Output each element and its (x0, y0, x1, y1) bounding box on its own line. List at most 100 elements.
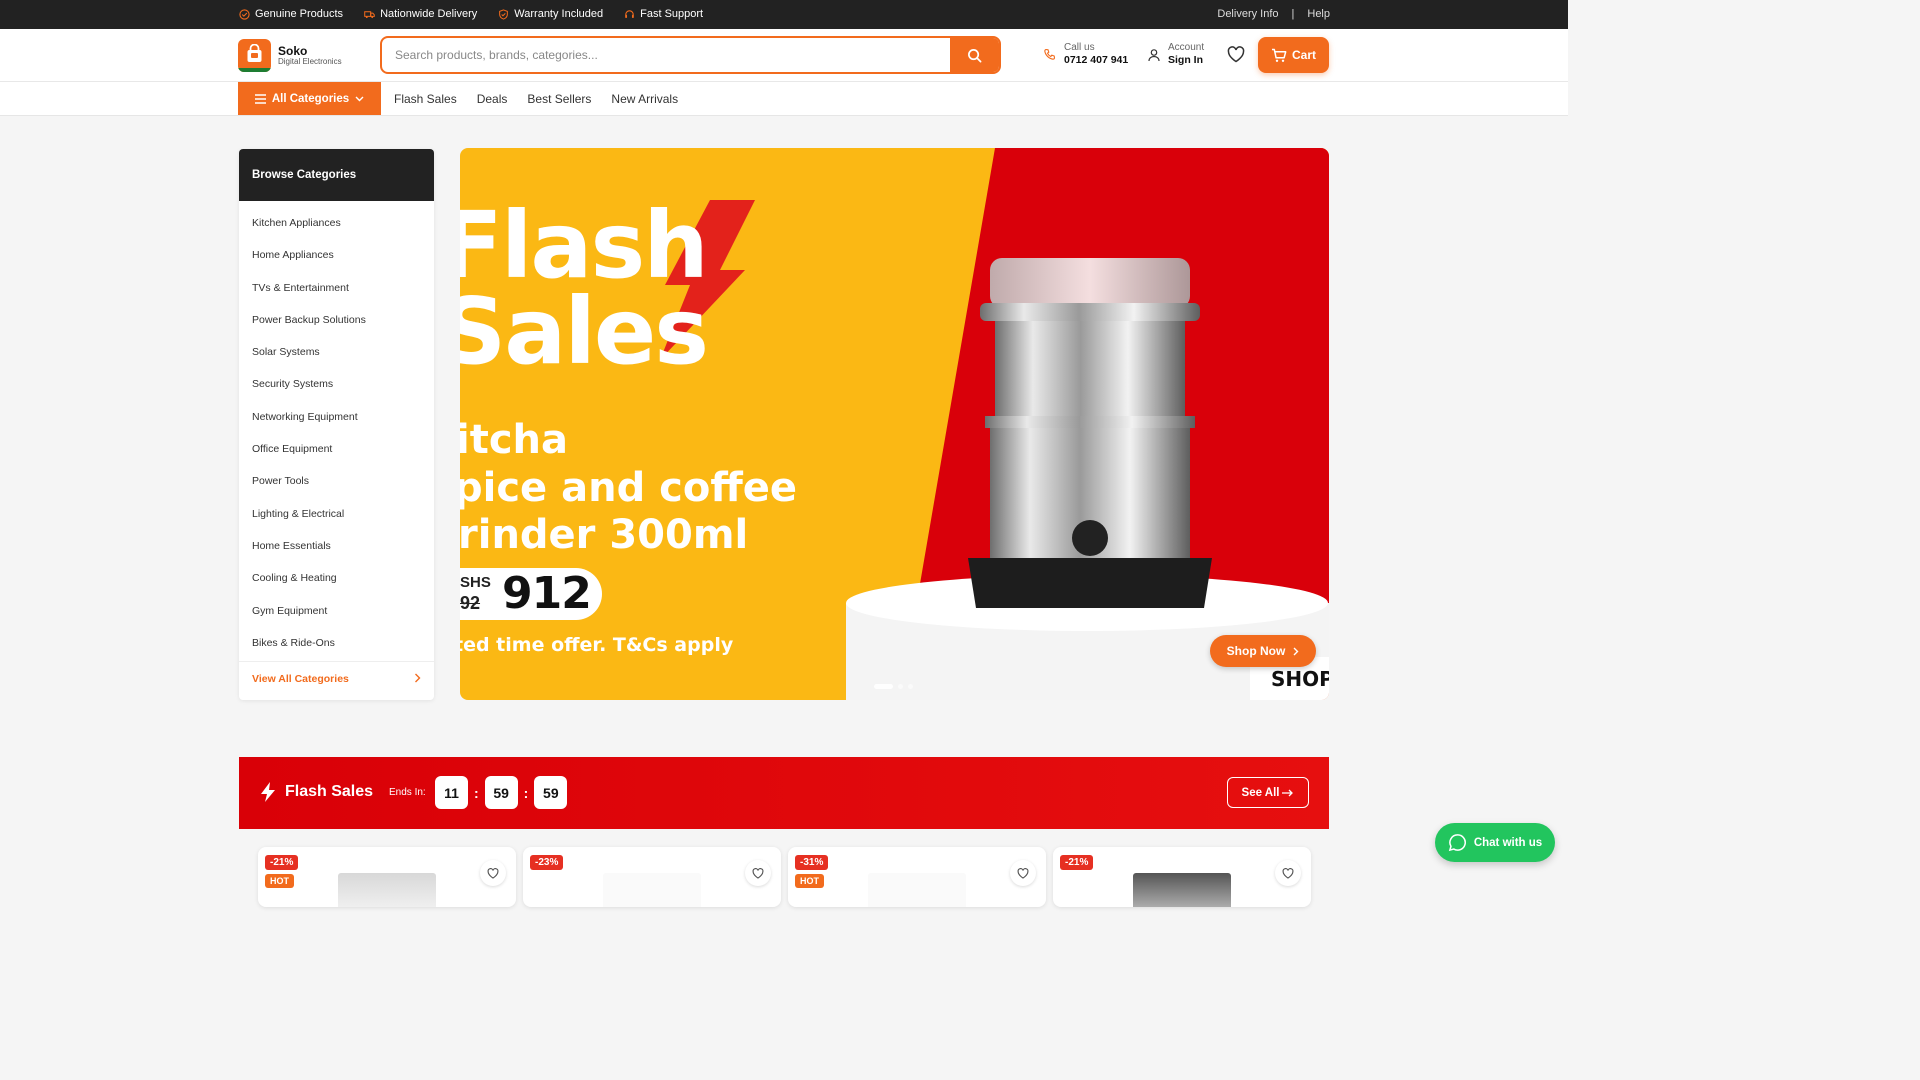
divider: | (1291, 8, 1295, 20)
menu-icon (254, 93, 266, 104)
hero-banner[interactable]: Flash Sales itcha pice and coffee rinder… (460, 148, 1329, 700)
chat-label: Chat with us (1473, 836, 1543, 849)
hero-product-line-3: rinder 300ml (460, 512, 749, 558)
top-info-bar: Genuine Products Nationwide Delivery War… (0, 0, 1568, 29)
account-menu[interactable]: Account Sign In (1147, 42, 1204, 67)
chevron-right-icon (415, 673, 421, 683)
arrow-right-icon (1282, 789, 1294, 796)
search-input[interactable] (382, 38, 952, 72)
carousel-dot[interactable] (908, 684, 913, 689)
phone-icon (1044, 48, 1056, 60)
category-item[interactable]: TVs & Entertainment (239, 278, 434, 310)
view-all-label: View All Categories (252, 673, 349, 685)
discount-badge: -21% (265, 855, 299, 870)
category-item[interactable]: Kitchen Appliances (239, 213, 434, 245)
call-us[interactable]: Call us 0712 407 941 (1043, 42, 1128, 67)
category-nav: All Categories Flash Sales Deals Best Se… (0, 82, 1568, 116)
perk-label: Genuine Products (255, 8, 344, 20)
sign-in-link[interactable]: Sign In (1168, 54, 1204, 67)
timer-minutes: 59 (484, 776, 518, 809)
perk-label: Nationwide Delivery (380, 8, 478, 20)
delivery-info-link[interactable]: Delivery Info (1217, 8, 1278, 20)
category-item[interactable]: Home Appliances (239, 245, 434, 277)
carousel-dot[interactable] (898, 684, 903, 689)
view-all-categories-link[interactable]: View All Categories (239, 661, 434, 700)
category-item[interactable]: Home Essentials (239, 536, 434, 568)
chat-button[interactable]: Chat with us (1435, 823, 1555, 862)
chat-bubble-icon (1448, 834, 1466, 852)
shop-now-button[interactable]: Shop Now (1210, 635, 1316, 667)
product-image (1133, 873, 1231, 907)
help-link[interactable]: Help (1307, 8, 1330, 20)
wishlist-button[interactable] (1227, 46, 1245, 68)
perk-warranty: Warranty Included (498, 8, 603, 20)
product-card[interactable]: -21% HOT (258, 847, 516, 907)
product-image (868, 873, 966, 907)
heart-icon (1282, 867, 1294, 879)
carousel-dots (874, 684, 913, 689)
perk-label: Fast Support (640, 8, 704, 20)
heart-icon (752, 867, 764, 879)
product-image (603, 873, 701, 907)
wishlist-toggle[interactable] (1275, 860, 1301, 886)
timer-seconds: 59 (534, 776, 568, 809)
category-item[interactable]: Lighting & Electrical (239, 504, 434, 536)
carousel-dot-active[interactable] (874, 684, 893, 689)
timer-hours: 11 (435, 776, 468, 809)
perk-support: Fast Support (624, 8, 703, 20)
category-item[interactable]: Cooling & Heating (239, 568, 434, 600)
shopping-bag-logo-icon (238, 39, 271, 72)
product-card[interactable]: -21% (1053, 847, 1311, 907)
discount-badge: -23% (530, 855, 564, 870)
cart-icon (1271, 48, 1287, 62)
perk-delivery: Nationwide Delivery (364, 8, 477, 20)
product-image (338, 873, 436, 907)
all-categories-button[interactable]: All Categories (238, 82, 381, 115)
logo[interactable]: Soko Digital Electronics (238, 39, 342, 72)
see-all-label: See All (1241, 786, 1280, 799)
chevron-right-icon (1293, 647, 1299, 655)
category-item[interactable]: Gym Equipment (239, 601, 434, 633)
wishlist-toggle[interactable] (745, 860, 771, 886)
flash-sales-title: Flash Sales (259, 781, 373, 803)
discount-badge: -31% (795, 855, 829, 870)
search-bar (380, 36, 1001, 74)
timer-separator: : (523, 784, 529, 801)
see-all-button[interactable]: See All (1227, 777, 1309, 808)
coffee-grinder-image (968, 258, 1212, 608)
hero-product-line-1: itcha (460, 417, 569, 463)
category-item[interactable]: Power Backup Solutions (239, 310, 434, 342)
check-circle-icon (239, 8, 250, 20)
product-card[interactable]: -31% HOT (788, 847, 1046, 907)
wishlist-toggle[interactable] (480, 860, 506, 886)
heart-icon (487, 867, 499, 879)
hot-badge: HOT (265, 874, 294, 888)
ends-in-label: Ends In: (389, 787, 426, 798)
category-item[interactable]: Power Tools (239, 471, 434, 503)
sale-price: 912 (502, 568, 592, 619)
discount-badge: -21% (1060, 855, 1094, 870)
nav-best-sellers[interactable]: Best Sellers (527, 92, 591, 106)
nav-deals[interactable]: Deals (477, 92, 508, 106)
call-label: Call us (1064, 42, 1095, 53)
perk-label: Warranty Included (514, 8, 604, 20)
category-item[interactable]: Security Systems (239, 374, 434, 406)
top-links: Delivery Info | Help (1217, 8, 1330, 20)
shield-icon (499, 8, 509, 20)
search-button[interactable] (950, 38, 999, 72)
perks-list: Genuine Products Nationwide Delivery War… (239, 8, 703, 20)
product-card[interactable]: -23% (523, 847, 781, 907)
phone-number: 0712 407 941 (1064, 54, 1129, 66)
nav-flash-sales[interactable]: Flash Sales (394, 92, 457, 106)
cart-button[interactable]: Cart (1258, 37, 1329, 73)
category-item[interactable]: Solar Systems (239, 342, 434, 374)
timer-separator: : (474, 784, 479, 801)
category-item[interactable]: Office Equipment (239, 439, 434, 471)
nav-new-arrivals[interactable]: New Arrivals (611, 92, 678, 106)
hero-headline-2: Sales (460, 278, 709, 385)
category-item[interactable]: Networking Equipment (239, 407, 434, 439)
headset-icon (625, 9, 634, 18)
category-sidebar: Browse Categories Kitchen Appliances Hom… (239, 149, 434, 700)
wishlist-toggle[interactable] (1010, 860, 1036, 886)
hero-product-line-2: pice and coffee (460, 465, 797, 511)
